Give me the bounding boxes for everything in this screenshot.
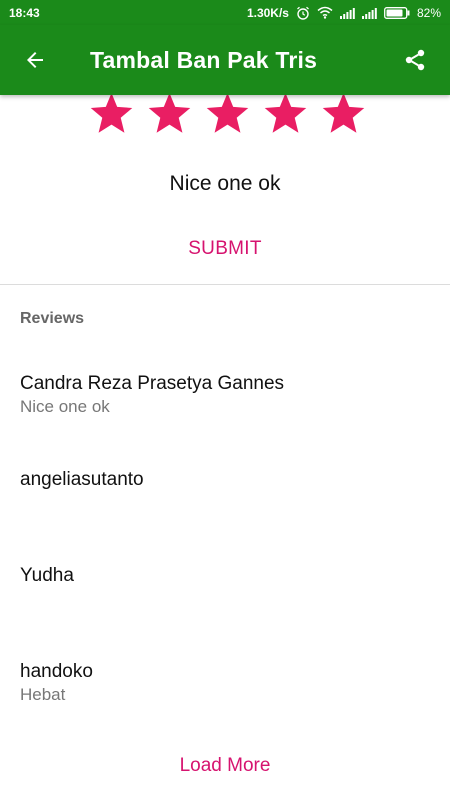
review-item: handoko Hebat (20, 660, 430, 706)
divider (0, 284, 450, 285)
star-icon[interactable] (88, 90, 135, 137)
review-author: angeliasutanto (20, 469, 144, 490)
review-item: angeliasutanto (20, 468, 430, 492)
load-more-button[interactable]: Load More (160, 755, 290, 777)
rating-bar[interactable] (88, 90, 367, 137)
review-item: Yudha (20, 564, 430, 588)
status-bar: 18:43 1.30K/s 82% (0, 0, 450, 25)
status-right: 1.30K/s 82% (247, 6, 441, 20)
review-author: Candra Reza Prasetya Gannes (20, 373, 285, 394)
page-title: Tambal Ban Pak Tris (90, 46, 318, 73)
review-text-field[interactable]: Nice one ok (0, 172, 450, 196)
signal-icon (339, 7, 355, 19)
network-speed: 1.30K/s (246, 5, 289, 20)
star-icon[interactable] (262, 90, 309, 137)
arrow-left-icon (27, 52, 43, 68)
battery-icon (384, 6, 410, 19)
share-icon (405, 49, 425, 71)
review-item: Candra Reza Prasetya Gannes Nice one ok (20, 372, 430, 418)
star-icon[interactable] (320, 90, 367, 137)
back-button[interactable] (0, 25, 70, 95)
battery-level: 82% (416, 5, 441, 20)
status-time: 18:43 (9, 5, 40, 20)
share-button[interactable] (380, 25, 450, 95)
review-author: handoko (20, 661, 93, 682)
app-bar: Tambal Ban Pak Tris (0, 25, 450, 95)
alarm-icon (296, 6, 310, 20)
review-author: Yudha (20, 565, 74, 586)
review-comment: Nice one ok (20, 397, 110, 416)
signal-icon (361, 7, 377, 19)
review-comment: Hebat (20, 685, 66, 704)
submit-button[interactable]: SUBMIT (160, 238, 290, 268)
star-icon[interactable] (204, 90, 251, 137)
reviews-section-title: Reviews (20, 310, 85, 327)
star-icon[interactable] (146, 90, 193, 137)
wifi-icon (317, 6, 333, 19)
